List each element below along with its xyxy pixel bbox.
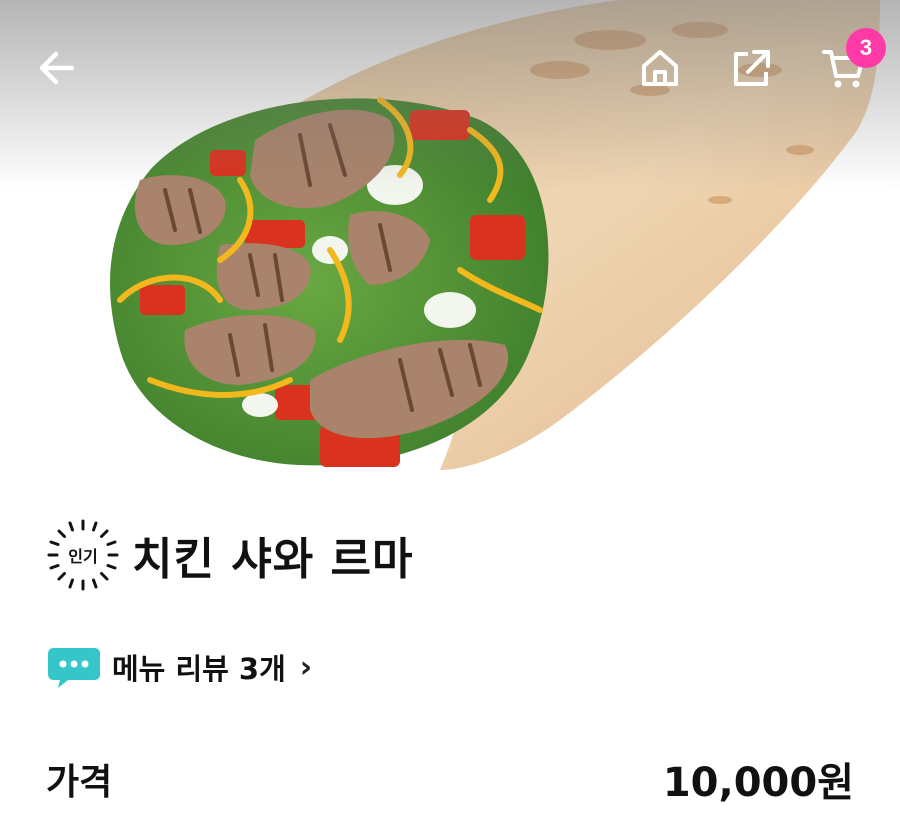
home-icon bbox=[642, 50, 678, 86]
share-button[interactable] bbox=[722, 38, 782, 98]
top-navigation-bar: 3 bbox=[0, 0, 900, 140]
price-value: 10,000원 bbox=[662, 760, 854, 806]
menu-review-label: 메뉴 리뷰 3개 bbox=[112, 652, 286, 686]
chevron-right-icon: › bbox=[299, 649, 313, 685]
chat-bubble-icon bbox=[48, 648, 100, 688]
share-icon bbox=[734, 50, 770, 86]
menu-review-link[interactable]: 메뉴 리뷰 3개 › bbox=[46, 642, 312, 692]
menu-title: 치킨 샤와 르마 bbox=[132, 534, 414, 585]
price-row: 가격 10,000원 bbox=[46, 752, 854, 806]
back-button[interactable] bbox=[28, 38, 88, 98]
price-label: 가격 bbox=[46, 762, 113, 803]
popular-badge: 인기 bbox=[46, 518, 120, 592]
cart-count-badge: 3 bbox=[846, 28, 886, 68]
popular-badge-label: 인기 bbox=[68, 547, 98, 566]
arrow-left-icon bbox=[39, 51, 75, 85]
cart-button[interactable]: 3 bbox=[814, 28, 886, 98]
home-button[interactable] bbox=[630, 38, 690, 98]
menu-title-row: 인기 치킨 샤와 르마 bbox=[46, 515, 414, 595]
